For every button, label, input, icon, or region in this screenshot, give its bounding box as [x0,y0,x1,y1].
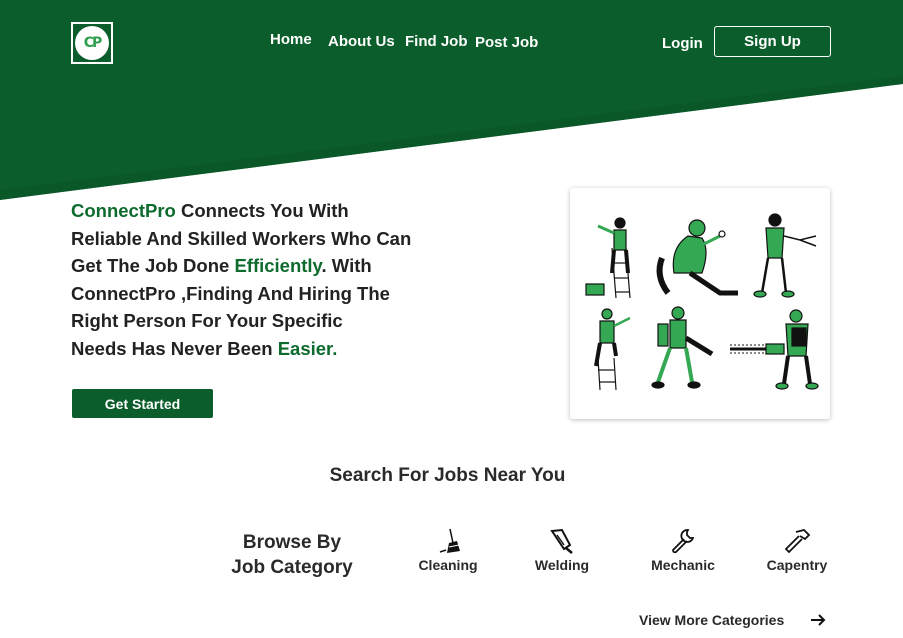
workers-illustration [570,188,830,419]
top-nav: Home About Us Find Job Post Job Login Si… [0,26,903,57]
broom-icon [439,528,460,553]
nav-about-link[interactable]: About Us [328,33,395,50]
worker-ladder-drill [585,217,631,299]
worker-pruning-shears [753,213,817,298]
arrow-right-icon [811,614,826,626]
category-mechanic[interactable]: Mechanic [638,527,728,573]
hero-line-1: ConnectPro Connects You With [71,197,451,225]
login-link[interactable]: Login [662,35,703,52]
worker-hedge-trimmer [730,309,819,390]
browse-heading: Browse By Job Category [222,530,362,580]
view-more-label: View More Categories [639,612,785,628]
search-heading: Search For Jobs Near You [329,465,566,486]
workers-illustration-graphic [585,213,819,391]
browse-heading-line-2: Job Category [231,557,353,578]
hero-line-4: ConnectPro ,Finding And Hiring The [71,282,390,304]
hero-text-segment: Get The Job Done [71,255,235,276]
category-label: Mechanic [651,557,715,573]
category-welding[interactable]: Welding [517,527,607,573]
hero-description: ConnectPro Connects You With Reliable An… [71,197,451,362]
welding-torch-icon [550,528,573,554]
worker-kneeling-wrench [656,219,738,296]
category-cleaning[interactable]: Cleaning [403,527,493,573]
category-capentry[interactable]: Capentry [752,527,842,573]
hero-line-2: Reliable And Skilled Workers Who Can [71,227,412,249]
worker-drill-ladder-2 [594,308,631,391]
nav-home-link[interactable]: Home [270,31,312,48]
hero-line-5: Right Person For Your Specific [71,310,343,331]
nav-post-job-link[interactable]: Post Job [475,34,538,51]
hero-line-6: Needs Has Never Been Easier. [71,335,451,363]
signup-button[interactable]: Sign Up [714,26,831,57]
hero-accent-word: Efficiently [234,255,322,276]
hero-text-segment: Connects You With [175,200,349,221]
get-started-button[interactable]: Get Started [72,389,213,418]
wrench-icon [672,529,695,554]
hammer-icon [784,529,811,554]
view-more-categories-link[interactable]: View More Categories [639,612,826,628]
hero-accent-word: Easier. [277,337,338,359]
worker-leaf-blower [651,306,714,389]
nav-find-job-link[interactable]: Find Job [405,33,468,50]
category-label: Capentry [766,557,828,573]
hero-text-segment: Needs Has Never Been [71,337,278,359]
browse-heading-line-1: Browse By [242,532,342,553]
hero-line-3: Get The Job Done Efficiently. With [71,252,451,280]
category-label: Cleaning [418,557,478,573]
category-label: Welding [534,557,590,573]
hero-text-segment: . With [321,255,372,276]
hero-brand-name: ConnectPro [71,200,176,221]
